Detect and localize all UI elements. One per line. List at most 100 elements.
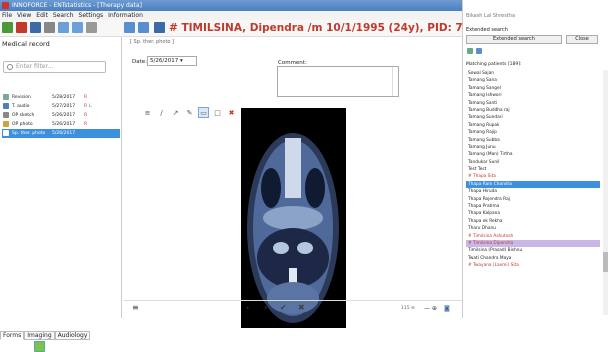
select-tool-icon[interactable]: ▭ (198, 107, 209, 118)
window-title: INNOFORCE - ENTstatistics - [Therapy dat… (12, 2, 142, 9)
list-item[interactable]: T. audio 5/27/2017 R L (2, 102, 120, 111)
patient-list-item[interactable]: Tamang Sundari (466, 114, 600, 121)
form-icon[interactable] (34, 341, 45, 352)
patient-list-item[interactable]: # Twayana (Laxmi) Sita (466, 262, 600, 269)
menu-icon[interactable]: ≡ (132, 303, 139, 312)
patient-list-item[interactable]: Thapa Ram Chandra (466, 180, 600, 189)
menu-edit[interactable]: Edit (36, 11, 48, 20)
record-icon[interactable] (16, 22, 27, 33)
patient-list-item[interactable]: Tamang Buddha raj (466, 107, 600, 114)
menu-information[interactable]: Information (108, 11, 143, 20)
patient-list-item[interactable]: Test Test (466, 166, 600, 173)
zoom-slider[interactable]: — ⊕ (424, 305, 437, 312)
patient-list-item[interactable]: # Timilsina Dipendra (466, 239, 600, 248)
settings-icon[interactable] (86, 22, 97, 33)
patient-list-item[interactable]: Tamang (Man) Tirtha (466, 151, 600, 158)
patient-list-item[interactable]: Tamang Rupak (466, 122, 600, 129)
sketch-icon (3, 112, 9, 118)
previous-icon[interactable]: ‹ (246, 303, 249, 312)
item-flag: R (84, 113, 88, 118)
close-icon[interactable]: ✖ (298, 303, 305, 312)
bottom-tabs: Forms Imaging Audiology (0, 331, 122, 340)
text-tool-icon[interactable]: □ (212, 107, 223, 118)
patient-list-icon[interactable] (124, 22, 135, 33)
ct-scan-image[interactable] (241, 108, 346, 328)
comment-textarea[interactable] (277, 66, 399, 97)
item-flag-left: L (89, 104, 92, 109)
tab-audiology[interactable]: Audiology (54, 331, 91, 340)
image-navigation: ≡ ‹ › ✔ ✖ 115 ⊖ — ⊕ ◙ (124, 300, 462, 318)
patient-list-item[interactable]: Tamang Subba (466, 137, 600, 144)
patient-list-item[interactable]: Tamang Santi (466, 100, 600, 107)
item-name: OP photo (12, 122, 33, 127)
filter-icon[interactable] (467, 48, 473, 54)
patient-list-item[interactable]: Tharu Dhanu (466, 225, 600, 232)
patient-list-item[interactable]: Thapa ek Rekha (466, 218, 600, 225)
patient-list-item[interactable]: Thapa Pratima (466, 203, 600, 210)
list-item[interactable]: OP sketch 5/26/2017 R (2, 111, 120, 120)
scrollbar[interactable] (392, 67, 398, 96)
list-item[interactable]: Revision 5/28/2017 R (2, 93, 120, 102)
date-picker[interactable]: 5/26/2017 ▾ (147, 56, 197, 66)
menu-settings[interactable]: Settings (79, 11, 104, 20)
item-date: 5/28/2017 (52, 95, 76, 100)
patient-list-item[interactable]: Tamang Sangel (466, 85, 600, 92)
fit-icon[interactable]: ◙ (444, 305, 450, 312)
menu-file[interactable]: File (2, 11, 12, 20)
patient-list-item[interactable]: Tamang Ishwori (466, 92, 600, 99)
patient-list-scrollbar[interactable] (603, 70, 608, 315)
zoom-level[interactable]: 115 ⊖ (401, 306, 415, 311)
list-item[interactable]: OP photo 5/26/2017 R (2, 120, 120, 129)
patient-list-item[interactable]: Tamang Junu (466, 144, 600, 151)
menu-search[interactable]: Search (53, 11, 74, 20)
delete-icon[interactable]: ✖ (226, 107, 237, 118)
user-search-icon[interactable] (58, 22, 69, 33)
line-tool-icon[interactable]: / (156, 107, 167, 118)
patient-list-item[interactable]: # Timilsina Ashutosh (466, 233, 600, 240)
extended-search-button[interactable]: Extended search (466, 35, 562, 44)
patient-list-item[interactable]: Timilsina (Prasad) Bishnu (466, 247, 600, 254)
breadcrumb: [ Sp. ther. photo ] (130, 39, 175, 45)
item-flag (84, 129, 89, 138)
print-icon[interactable] (44, 22, 55, 33)
close-button[interactable]: Close (566, 35, 598, 44)
patient-icon (154, 22, 165, 33)
menu-icon[interactable]: ≡ (142, 107, 153, 118)
user-settings-icon[interactable] (72, 22, 83, 33)
filter-input[interactable]: Enter filter... (3, 61, 106, 73)
patient-list-item[interactable]: # Thapa Sita (466, 173, 600, 180)
image-toolbar: ≡ / ↗ ✎ ▭ □ ✖ (142, 107, 237, 118)
patient-list-item[interactable]: Thapa Hiruda (466, 188, 600, 195)
refresh-icon[interactable] (476, 48, 482, 54)
item-flag: R (84, 95, 88, 100)
check-icon[interactable]: ✔ (280, 303, 287, 312)
patient-list-item[interactable]: Tamang Sana (466, 77, 600, 84)
item-date: 5/26/2017 (52, 113, 76, 118)
patient-list-item[interactable]: Tamang Rajip (466, 129, 600, 136)
record-list: Revision 5/28/2017 R T. audio 5/27/2017 R L O… (2, 93, 120, 138)
item-date: 5/26/2017 (52, 122, 76, 127)
next-icon[interactable]: › (264, 303, 267, 312)
tab-forms[interactable]: Forms (0, 331, 25, 340)
patient-list-item[interactable]: Twati Chandra Maya (466, 255, 600, 262)
item-date: 5/27/2017 (52, 104, 76, 109)
list-item-selected[interactable]: Sp. ther. photo 5/26/2017 (2, 129, 120, 138)
tab-imaging[interactable]: Imaging (24, 331, 55, 340)
patient-edit-icon[interactable] (138, 22, 149, 33)
menu-view[interactable]: View (17, 11, 31, 20)
patient-list-item[interactable]: Tandukar Sunil (466, 159, 600, 166)
arrow-tool-icon[interactable]: ↗ (170, 107, 181, 118)
document-icon[interactable] (30, 22, 41, 33)
new-icon[interactable] (2, 22, 13, 33)
app-icon (2, 2, 9, 9)
patient-list-item[interactable]: Thapa Rojendra Raj (466, 196, 600, 203)
pen-tool-icon[interactable]: ✎ (184, 107, 195, 118)
item-date: 5/26/2017 (52, 131, 76, 136)
search-icon (7, 64, 13, 70)
scroll-thumb[interactable] (603, 252, 608, 272)
left-panel: Medical record Enter filter... Revision 5… (0, 37, 122, 352)
patient-list-item[interactable]: Thapa Kalpana (466, 210, 600, 217)
medical-record-title: Medical record (2, 40, 50, 48)
patient-header: # TIMILSINA, Dipendra /m 10/1/1995 (24y)… (169, 22, 500, 34)
patient-list-item[interactable]: Sowal Sajan (466, 70, 600, 77)
